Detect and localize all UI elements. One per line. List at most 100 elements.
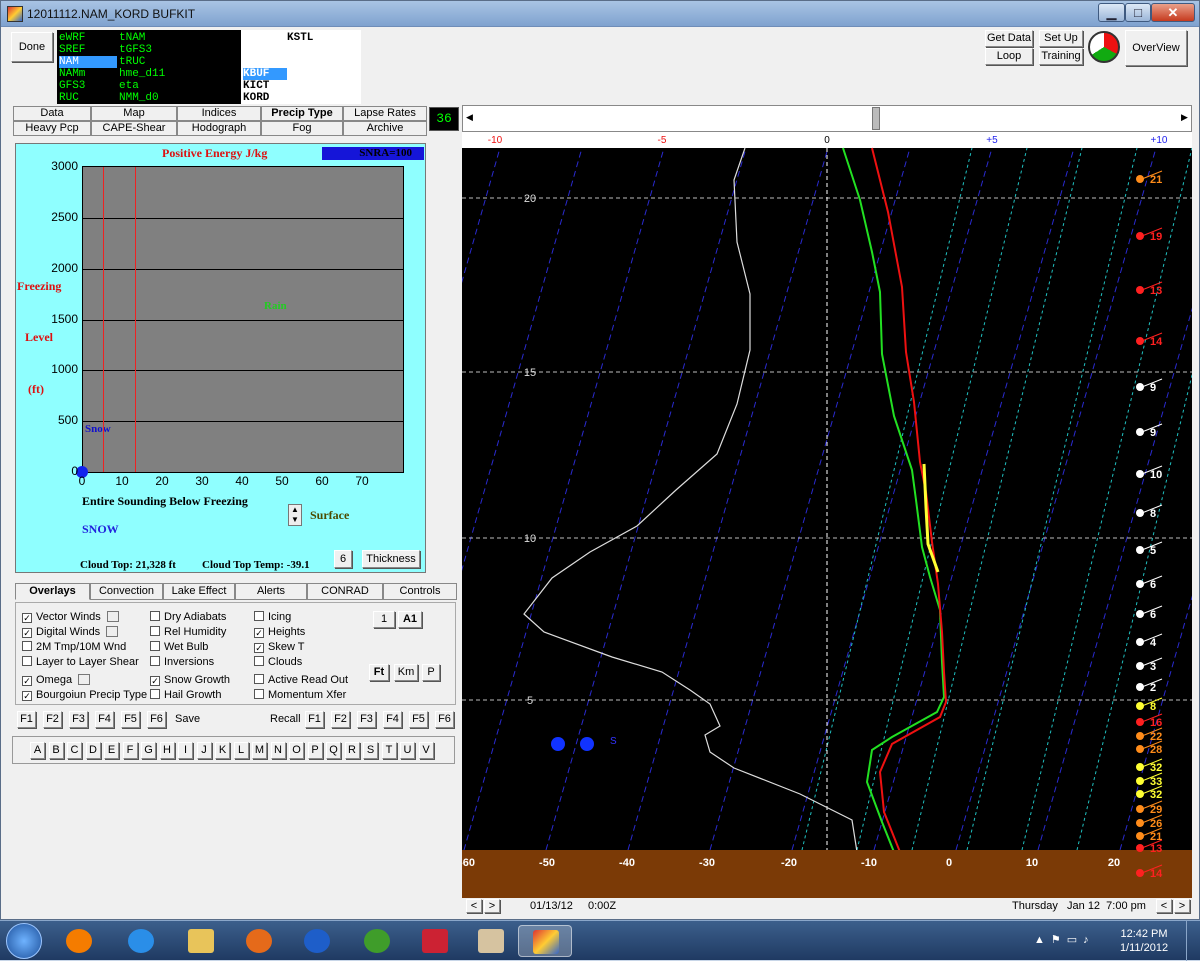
tab-cape-shear[interactable]: CAPE-Shear <box>91 121 177 136</box>
skew-t-plot[interactable]: -10-50+5+102015105S-60-50-40-30-20-10010… <box>462 132 1192 898</box>
overlay-checkbox[interactable]: ✓ Digital Winds <box>22 625 119 639</box>
letter-d-button[interactable]: D <box>85 742 101 759</box>
letter-a-button[interactable]: A <box>30 742 45 759</box>
close-button[interactable]: ✕ <box>1151 3 1195 22</box>
checkbox-box[interactable]: ✓ <box>22 676 32 686</box>
one-button[interactable]: 1 <box>373 611 395 628</box>
station-item[interactable]: KBUF <box>243 68 287 80</box>
checkbox-box[interactable] <box>254 689 264 699</box>
scroll-right-arrow-icon[interactable]: ▶ <box>1181 112 1188 123</box>
set-up-button[interactable]: Set Up <box>1039 30 1083 47</box>
taskbar-media-player[interactable] <box>52 925 106 957</box>
option-swatch[interactable] <box>106 626 119 637</box>
model-item[interactable]: NMM_d0 <box>119 92 159 104</box>
overlay-checkbox[interactable]: ✓ Heights <box>254 625 305 639</box>
checkbox-box[interactable] <box>254 674 264 684</box>
tab-heavy-pcp[interactable]: Heavy Pcp <box>13 121 91 136</box>
overlay-checkbox[interactable]: Inversions <box>150 655 214 669</box>
model-list[interactable]: eWRF SREF NAM NAMm GFS3 RUC tNAM tGFS3 tRUC hme_d… <box>57 30 241 104</box>
p-button[interactable]: P <box>422 664 440 681</box>
checkbox-box[interactable] <box>150 641 160 651</box>
clock[interactable]: 12:42 PM 1/11/2012 <box>1118 927 1170 955</box>
next-time-button[interactable]: > <box>484 899 500 913</box>
overlay-tab-alerts[interactable]: Alerts <box>235 583 307 600</box>
checkbox-box[interactable]: ✓ <box>254 643 264 653</box>
recall-f2-button[interactable]: F2 <box>331 711 350 728</box>
model-item[interactable]: hme_d11 <box>119 68 165 80</box>
model-item[interactable]: tGFS3 <box>119 44 152 56</box>
letter-c-button[interactable]: C <box>67 742 82 759</box>
tab-data[interactable]: Data <box>13 106 91 121</box>
station-item[interactable]: KSTL <box>287 32 313 44</box>
letter-l-button[interactable]: L <box>233 742 249 759</box>
station-list[interactable]: KSTL KBUF KICT KORD <box>241 30 361 104</box>
checkbox-box[interactable] <box>22 656 32 666</box>
recall-f1-button[interactable]: F1 <box>305 711 324 728</box>
letter-p-button[interactable]: P <box>307 742 323 759</box>
tray-icons[interactable]: ▲⚑▭♪ <box>1034 933 1095 946</box>
overlay-checkbox[interactable]: Hail Growth <box>150 688 221 702</box>
tab-map[interactable]: Map <box>91 106 177 121</box>
save-f1-button[interactable]: F1 <box>17 711 36 728</box>
overview-button[interactable]: OverView <box>1125 30 1187 66</box>
start-button[interactable] <box>6 923 42 959</box>
overlay-tab-lake-effect[interactable]: Lake Effect <box>163 583 235 600</box>
station-item[interactable]: KORD <box>243 92 269 104</box>
a1-button[interactable]: A1 <box>398 611 422 628</box>
save-f2-button[interactable]: F2 <box>43 711 62 728</box>
overlay-checkbox[interactable]: ✓ Snow Growth <box>150 673 230 687</box>
done-button[interactable]: Done <box>11 32 53 62</box>
checkbox-box[interactable] <box>150 611 160 621</box>
recall-f5-button[interactable]: F5 <box>409 711 428 728</box>
taskbar-app-plane[interactable] <box>408 925 462 957</box>
letter-s-button[interactable]: S <box>363 742 378 759</box>
time-scrollbar[interactable]: ◀ ▶ <box>462 105 1192 132</box>
taskbar-app-bolt[interactable] <box>290 925 344 957</box>
maximize-button[interactable]: □ <box>1125 3 1151 22</box>
taskbar-utorrent[interactable] <box>350 925 404 957</box>
overlay-checkbox[interactable]: Layer to Layer Shear <box>22 655 139 669</box>
checkbox-box[interactable] <box>254 656 264 666</box>
letter-f-button[interactable]: F <box>122 742 138 759</box>
tab-precip-type[interactable]: Precip Type <box>261 106 343 121</box>
overlay-checkbox[interactable]: Dry Adiabats <box>150 610 226 624</box>
letter-m-button[interactable]: M <box>252 742 267 759</box>
model-item[interactable]: eWRF <box>59 32 117 44</box>
overlay-tab-overlays[interactable]: Overlays <box>15 583 90 600</box>
scroll-left-arrow-icon[interactable]: ◀ <box>466 112 473 123</box>
checkbox-box[interactable]: ✓ <box>150 676 160 686</box>
taskbar-app-window[interactable] <box>464 925 518 957</box>
model-item[interactable]: SREF <box>59 44 117 56</box>
prev-time-button[interactable]: < <box>466 899 482 913</box>
letter-u-button[interactable]: U <box>400 742 415 759</box>
letter-h-button[interactable]: H <box>159 742 175 759</box>
save-f6-button[interactable]: F6 <box>147 711 166 728</box>
checkbox-box[interactable]: ✓ <box>254 628 264 638</box>
recall-f3-button[interactable]: F3 <box>357 711 376 728</box>
tab-hodograph[interactable]: Hodograph <box>177 121 261 136</box>
checkbox-box[interactable] <box>254 611 264 621</box>
tab-lapse-rates[interactable]: Lapse Rates <box>343 106 427 121</box>
option-swatch[interactable] <box>106 611 119 622</box>
get-data-button[interactable]: Get Data <box>985 30 1033 47</box>
recall-f4-button[interactable]: F4 <box>383 711 402 728</box>
model-item[interactable]: NAM <box>59 56 117 68</box>
checkbox-box[interactable] <box>150 689 160 699</box>
save-f5-button[interactable]: F5 <box>121 711 140 728</box>
overlay-checkbox[interactable]: 2M Tmp/10M Wnd <box>22 640 126 654</box>
model-item[interactable]: tNAM <box>119 32 145 44</box>
model-item[interactable]: RUC <box>59 92 117 104</box>
letter-t-button[interactable]: T <box>381 742 397 759</box>
letter-r-button[interactable]: R <box>344 742 360 759</box>
letter-b-button[interactable]: B <box>48 742 64 759</box>
overlay-tab-convection[interactable]: Convection <box>90 583 163 600</box>
taskbar-bufkit[interactable] <box>518 925 572 957</box>
overlay-checkbox[interactable]: ✓ Omega <box>22 673 91 687</box>
checkbox-box[interactable] <box>150 626 160 636</box>
letter-i-button[interactable]: I <box>178 742 193 759</box>
model-item[interactable]: NAMm <box>59 68 117 80</box>
checkbox-box[interactable]: ✓ <box>22 628 32 638</box>
checkbox-box[interactable] <box>150 656 160 666</box>
model-item[interactable]: GFS3 <box>59 80 117 92</box>
station-item[interactable]: KICT <box>243 80 269 92</box>
